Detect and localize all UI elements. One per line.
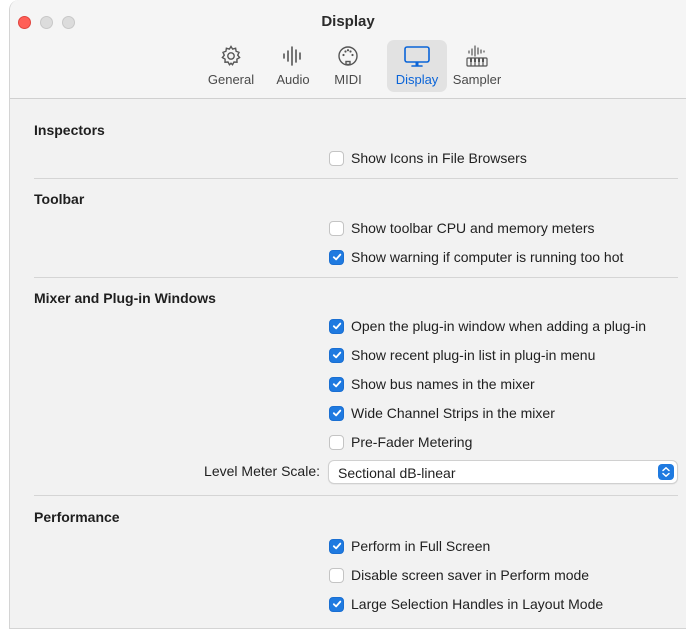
option-label: Perform in Full Screen <box>351 538 491 554</box>
option-perform-full-screen[interactable]: Perform in Full Screen <box>329 536 490 556</box>
checkbox[interactable] <box>329 596 344 612</box>
option-label: Open the plug-in window when adding a pl… <box>351 318 646 334</box>
section-divider <box>34 277 678 278</box>
option-label: Show bus names in the mixer <box>351 376 535 392</box>
option-label: Show recent plug-in list in plug-in menu <box>351 347 596 363</box>
preferences-window: Display General Audio MIDI Display Sampl… <box>9 0 686 629</box>
tab-sampler-label: Sampler <box>452 72 502 87</box>
option-show-icons-in-file-browsers[interactable]: Show Icons in File Browsers <box>329 148 527 168</box>
checkbox[interactable] <box>329 347 344 363</box>
option-label: Pre-Fader Metering <box>351 434 473 450</box>
section-title-inspectors: Inspectors <box>34 122 105 138</box>
checkbox[interactable] <box>329 376 344 392</box>
popup-stepper-icon[interactable] <box>658 464 674 480</box>
checkbox[interactable] <box>329 538 344 554</box>
tab-display-label: Display <box>395 72 439 87</box>
level-meter-scale-label: Level Meter Scale: <box>204 463 320 479</box>
tab-sampler[interactable]: Sampler <box>449 40 505 92</box>
option-label: Show warning if computer is running too … <box>351 249 624 265</box>
option-show-cpu-memory-meters[interactable]: Show toolbar CPU and memory meters <box>329 218 595 238</box>
option-show-warning-too-hot[interactable]: Show warning if computer is running too … <box>329 247 623 267</box>
checkbox[interactable] <box>329 318 344 334</box>
section-divider <box>34 495 678 496</box>
checkbox[interactable] <box>329 434 344 450</box>
option-large-selection-handles[interactable]: Large Selection Handles in Layout Mode <box>329 594 603 614</box>
midi-port-icon <box>338 46 358 66</box>
checkmark-icon <box>332 542 341 550</box>
checkbox[interactable] <box>329 567 344 583</box>
section-title-mixer: Mixer and Plug-in Windows <box>34 290 216 306</box>
option-label: Show Icons in File Browsers <box>351 150 527 166</box>
gear-icon <box>221 45 241 66</box>
checkmark-icon <box>332 351 341 359</box>
checkmark-icon <box>332 322 341 330</box>
level-meter-scale-value: Sectional dB-linear <box>338 465 456 481</box>
section-divider <box>34 178 678 179</box>
tab-midi-label: MIDI <box>334 72 362 87</box>
chevron-up-down-icon <box>662 467 670 477</box>
tab-general[interactable]: General <box>203 40 259 92</box>
section-title-toolbar: Toolbar <box>34 191 85 207</box>
option-open-plugin-window[interactable]: Open the plug-in window when adding a pl… <box>329 316 646 336</box>
tab-audio-label: Audio <box>276 72 310 87</box>
option-show-bus-names[interactable]: Show bus names in the mixer <box>329 374 535 394</box>
title-bar: Display General Audio MIDI Display Sampl… <box>10 0 686 99</box>
option-pre-fader-metering[interactable]: Pre-Fader Metering <box>329 432 472 452</box>
section-title-performance: Performance <box>34 509 120 525</box>
checkbox[interactable] <box>329 405 344 421</box>
checkmark-icon <box>332 600 341 608</box>
option-label: Wide Channel Strips in the mixer <box>351 405 555 421</box>
tab-general-label: General <box>207 72 255 87</box>
checkmark-icon <box>332 409 341 417</box>
option-wide-channel-strips[interactable]: Wide Channel Strips in the mixer <box>329 403 555 423</box>
option-recent-plugin-list[interactable]: Show recent plug-in list in plug-in menu <box>329 345 595 365</box>
option-disable-screen-saver[interactable]: Disable screen saver in Perform mode <box>329 565 589 585</box>
checkbox[interactable] <box>329 249 344 265</box>
option-label: Show toolbar CPU and memory meters <box>351 220 595 236</box>
monitor-icon <box>404 46 430 67</box>
checkbox[interactable] <box>329 150 344 166</box>
checkmark-icon <box>332 380 341 388</box>
window-title: Display <box>321 13 375 30</box>
tab-display[interactable]: Display <box>387 40 447 92</box>
tab-audio[interactable]: Audio <box>270 40 316 92</box>
checkbox[interactable] <box>329 220 344 236</box>
checkmark-icon <box>332 253 341 261</box>
option-label: Disable screen saver in Perform mode <box>351 567 590 583</box>
level-meter-scale-select[interactable]: Sectional dB-linear <box>328 460 678 484</box>
waveform-icon <box>283 46 301 66</box>
option-label: Large Selection Handles in Layout Mode <box>351 596 604 612</box>
tab-midi[interactable]: MIDI <box>326 40 370 92</box>
sampler-keyboard-icon <box>466 45 488 67</box>
